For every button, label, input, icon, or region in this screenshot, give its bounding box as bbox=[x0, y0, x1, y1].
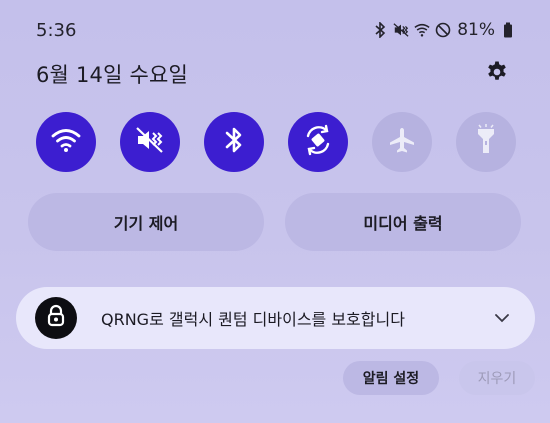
airplane-icon bbox=[387, 125, 417, 159]
sound-toggle[interactable] bbox=[120, 112, 180, 172]
airplane-mode-toggle[interactable] bbox=[372, 112, 432, 172]
rotate-icon bbox=[302, 124, 334, 160]
flashlight-toggle[interactable] bbox=[456, 112, 516, 172]
notification-settings-button[interactable]: 알림 설정 bbox=[343, 361, 439, 395]
chevron-down-icon[interactable] bbox=[491, 307, 513, 329]
date-label: 6월 14일 수요일 bbox=[36, 63, 189, 87]
device-control-button[interactable]: 기기 제어 bbox=[28, 193, 264, 251]
media-output-button[interactable]: 미디어 출력 bbox=[285, 193, 521, 251]
mute-icon bbox=[135, 126, 165, 158]
bluetooth-toggle[interactable] bbox=[204, 112, 264, 172]
auto-rotate-toggle[interactable] bbox=[288, 112, 348, 172]
notification-app-icon bbox=[35, 297, 77, 339]
bluetooth-icon bbox=[372, 21, 388, 39]
status-icons: 81% bbox=[372, 20, 516, 40]
vibrate-mute-icon bbox=[393, 21, 409, 39]
battery-percent: 81% bbox=[457, 20, 495, 40]
clear-button[interactable]: 지우기 bbox=[459, 361, 535, 395]
notification-card[interactable]: QRNG로 갤럭시 퀀텀 디바이스를 보호합니다 bbox=[16, 287, 535, 349]
flashlight-icon bbox=[473, 124, 499, 160]
wifi-icon bbox=[414, 21, 430, 39]
gear-icon bbox=[485, 60, 509, 88]
settings-button[interactable] bbox=[484, 61, 510, 87]
do-not-disturb-icon bbox=[435, 21, 451, 39]
status-time: 5:36 bbox=[36, 20, 77, 41]
battery-icon bbox=[500, 21, 516, 39]
bluetooth-icon bbox=[223, 125, 245, 159]
notification-text: QRNG로 갤럭시 퀀텀 디바이스를 보호합니다 bbox=[101, 310, 405, 329]
wifi-toggle[interactable] bbox=[36, 112, 96, 172]
wifi-icon bbox=[51, 127, 81, 157]
lock-icon bbox=[45, 304, 67, 332]
quick-toggles bbox=[36, 112, 516, 172]
